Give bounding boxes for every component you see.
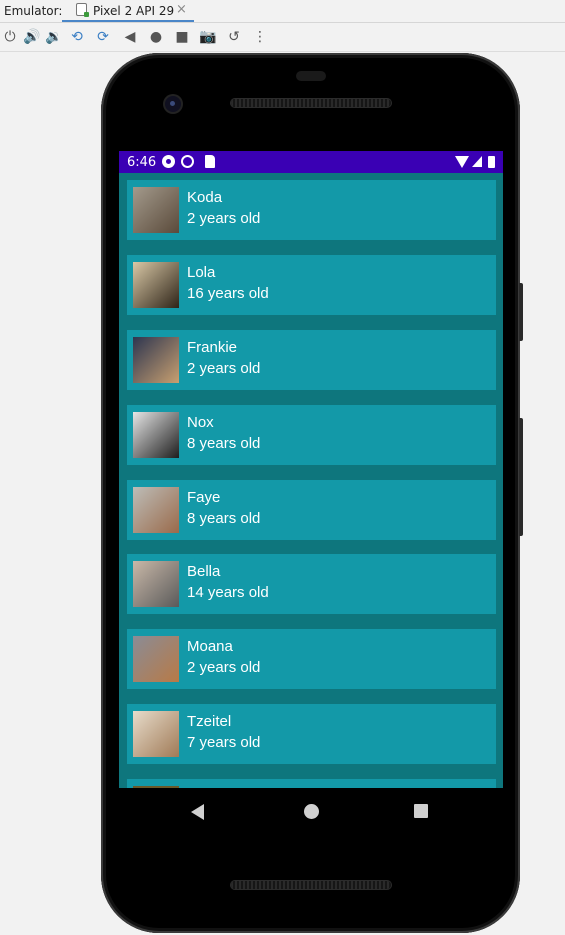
emulator-tab-bar: Emulator: Pixel 2 API 29 ×	[0, 0, 565, 23]
pet-age: 2 years old	[187, 659, 261, 676]
pet-photo	[133, 487, 179, 533]
pet-photo	[133, 711, 179, 757]
pet-name: Bella	[187, 563, 221, 580]
list-item[interactable]: Faye 8 years old	[127, 480, 496, 540]
pet-photo	[133, 187, 179, 233]
pet-name: Nox	[187, 414, 214, 431]
pet-name: Tzeitel	[187, 713, 232, 730]
signal-icon	[472, 156, 482, 167]
close-tab-icon[interactable]: ×	[176, 2, 187, 17]
volume-up-icon[interactable]: 🔊	[22, 27, 42, 47]
pet-age: 7 years old	[187, 734, 261, 751]
list-item[interactable]: Lola 16 years old	[127, 255, 496, 315]
front-camera-icon	[165, 96, 181, 112]
home-icon[interactable]: ●	[146, 27, 166, 47]
screenshot-icon[interactable]: 📷	[198, 27, 218, 47]
pet-photo	[133, 561, 179, 607]
back-icon[interactable]: ◀	[120, 27, 140, 47]
power-key	[519, 283, 523, 341]
speaker-grille-top	[231, 99, 391, 107]
rotate-right-icon[interactable]: ⟳	[93, 27, 113, 47]
device-icon	[76, 3, 89, 17]
list-item[interactable]: Koda 2 years old	[127, 180, 496, 240]
pet-age: 16 years old	[187, 285, 269, 302]
overview-icon[interactable]: ■	[172, 27, 192, 47]
pet-photo	[133, 412, 179, 458]
pet-age: 8 years old	[187, 510, 261, 527]
device-screen: 6:46 Koda 2 years old Lola 16 years old …	[119, 151, 503, 788]
pet-age: 14 years old	[187, 584, 269, 601]
pet-photo	[133, 337, 179, 383]
pet-name: Lola	[187, 264, 216, 281]
pet-age: 2 years old	[187, 210, 261, 227]
snapshot-icon[interactable]: ↺	[224, 27, 244, 47]
speaker-grille-bottom	[231, 881, 391, 889]
phone-frame: 6:46 Koda 2 years old Lola 16 years old …	[101, 53, 523, 933]
list-item[interactable]: Frankie 2 years old	[127, 330, 496, 390]
battery-icon	[488, 156, 495, 168]
more-icon[interactable]: ⋮	[250, 27, 270, 47]
sd-card-icon	[205, 155, 215, 168]
settings-icon	[162, 155, 175, 168]
status-time: 6:46	[127, 155, 157, 170]
tab-title: Pixel 2 API 29	[93, 4, 175, 18]
pet-photo	[133, 636, 179, 682]
pet-photo	[133, 786, 179, 788]
pet-name: Frankie	[187, 339, 238, 356]
power-icon[interactable]: ⏻	[0, 27, 20, 47]
list-item[interactable]: Bella 14 years old	[127, 554, 496, 614]
list-item[interactable]: Moana 2 years old	[127, 629, 496, 689]
earpiece	[296, 71, 326, 81]
list-item[interactable]: Tzeitel 7 years old	[127, 704, 496, 764]
pet-age: 8 years old	[187, 435, 261, 452]
emulator-toolbar: ⏻ 🔊 🔉 ⟲ ⟳ ◀ ● ■ 📷 ↺ ⋮	[0, 23, 565, 52]
rotate-left-icon[interactable]: ⟲	[67, 27, 87, 47]
pet-name: Moana	[187, 638, 233, 655]
back-icon[interactable]	[191, 804, 204, 820]
list-item-partial[interactable]	[127, 779, 496, 788]
home-icon[interactable]	[304, 804, 319, 819]
volume-down-icon[interactable]: 🔉	[44, 27, 64, 47]
list-item[interactable]: Nox 8 years old	[127, 405, 496, 465]
emulator-label: Emulator:	[4, 4, 63, 18]
pet-name: Koda	[187, 189, 223, 206]
status-bar: 6:46	[119, 151, 503, 173]
volume-keys	[519, 418, 523, 536]
cast-icon	[181, 155, 194, 168]
tab-pixel-2-api-29[interactable]: Pixel 2 API 29 ×	[62, 0, 194, 22]
pet-photo	[133, 262, 179, 308]
recents-icon[interactable]	[414, 804, 428, 818]
pet-name: Faye	[187, 489, 221, 506]
pet-age: 2 years old	[187, 360, 261, 377]
wifi-icon	[455, 156, 469, 168]
